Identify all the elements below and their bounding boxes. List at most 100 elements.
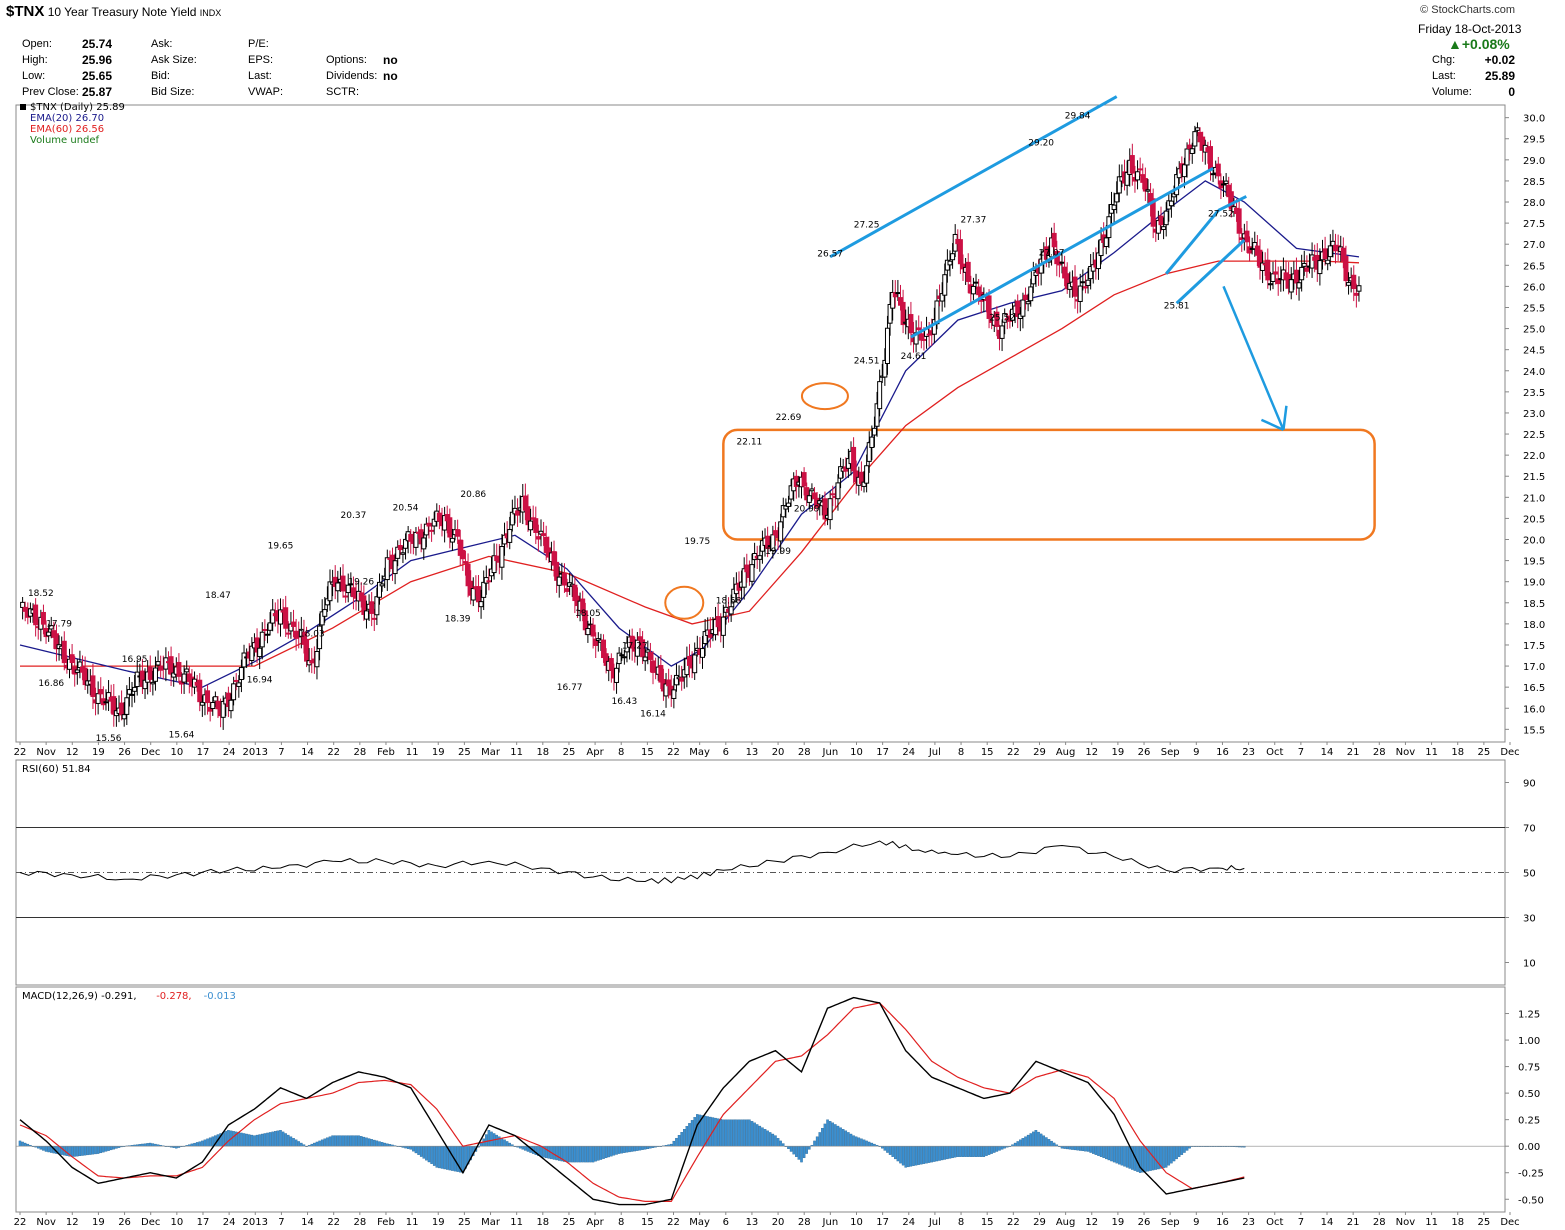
macd-histogram-bar [1050, 1140, 1053, 1147]
macd-histogram-bar [1172, 1146, 1176, 1162]
macd-histogram-bar [367, 1138, 371, 1147]
price-label: 18.52 [28, 589, 54, 599]
candle-body [1267, 283, 1273, 286]
y-tick-label: 23.0 [1523, 409, 1545, 420]
macd-histogram-bar [930, 1146, 934, 1163]
candle-body [1192, 131, 1198, 147]
candle-body [908, 314, 914, 334]
candle-body [1187, 144, 1193, 149]
rsi-line [19, 840, 1245, 884]
macd-histogram-bar [266, 1132, 269, 1147]
macd-histogram-bar [899, 1146, 902, 1164]
macd-histogram-bar [378, 1141, 381, 1147]
candle-body [1181, 164, 1187, 178]
macd-histogram-bar [750, 1121, 754, 1147]
macd-histogram-bar [94, 1146, 97, 1155]
macd-histogram-bar [729, 1119, 733, 1147]
candle-body [884, 327, 890, 364]
x-tick-label: 19 [432, 747, 445, 758]
macd-histogram-bar [594, 1146, 597, 1162]
macd-histogram-bar [141, 1143, 144, 1147]
y-tick-label: 18.5 [1523, 599, 1545, 610]
candle-body [515, 510, 521, 516]
macd-histogram-bar [464, 1146, 467, 1169]
x-tick-label: May [689, 1217, 710, 1228]
macd-histogram-bar [268, 1132, 272, 1147]
candle-body [1129, 155, 1135, 174]
macd-histogram-bar [683, 1129, 686, 1147]
candle-body [1247, 246, 1253, 254]
macd-histogram-bar [766, 1130, 769, 1147]
candle-body [533, 518, 539, 533]
macd-histogram-bar [1000, 1146, 1004, 1150]
candle-body [950, 253, 956, 261]
candle-body [335, 582, 341, 592]
macd-histogram-bar [1089, 1146, 1092, 1153]
x-tick-label: 29 [1033, 1217, 1046, 1228]
candle-body [801, 472, 807, 487]
y-tick-label: 21.0 [1523, 493, 1545, 504]
macd-histogram-bar [1024, 1136, 1027, 1147]
candle-body [181, 673, 187, 683]
candle-body [1163, 210, 1169, 226]
candle-body [619, 654, 625, 657]
price-label: 20.99 [794, 505, 820, 515]
y-tick-label: 19.5 [1523, 557, 1545, 568]
macd-histogram-bar [1115, 1146, 1118, 1164]
candle-body [999, 325, 1005, 339]
macd-histogram-bar [823, 1123, 827, 1147]
candle-body [647, 652, 653, 660]
x-tick-label: Jun [822, 1217, 839, 1228]
macd-histogram-bar [151, 1143, 155, 1147]
macd-histogram-bar [990, 1146, 993, 1154]
x-tick-label: 14 [301, 747, 314, 758]
macd-histogram-bar [1094, 1146, 1098, 1155]
macd-histogram-bar [479, 1142, 483, 1147]
candle-body [1351, 274, 1357, 289]
y-tick-label: 25.5 [1523, 303, 1545, 314]
macd-histogram-bar [211, 1136, 215, 1147]
macd-histogram-bar [735, 1119, 738, 1147]
y-tick-label: 27.0 [1523, 240, 1545, 251]
macd-histogram-bar [430, 1146, 433, 1164]
candle-body [942, 274, 948, 296]
support-zone-box [722, 428, 1376, 541]
candle-body [233, 679, 239, 682]
macd-histogram-bar [724, 1119, 728, 1147]
macd-histogram-bar [47, 1146, 50, 1153]
macd-histogram-bar [904, 1146, 907, 1168]
macd-histogram-bar [1105, 1146, 1108, 1160]
macd-histogram-bar [914, 1146, 918, 1166]
x-tick-label: Feb [377, 1217, 395, 1228]
candle-body [757, 555, 763, 560]
macd-histogram-bar [1073, 1146, 1077, 1151]
macd-histogram-bar [518, 1146, 522, 1149]
x-tick-label: 25 [458, 1217, 471, 1228]
macd-histogram-bar [1032, 1131, 1035, 1147]
price-label: 16.77 [557, 683, 583, 693]
macd-histogram-bar [18, 1140, 22, 1147]
macd-histogram-bar [727, 1119, 730, 1147]
candle-body [1103, 237, 1109, 247]
macd-histogram-bar [883, 1146, 887, 1151]
macd-histogram-bar [573, 1146, 577, 1163]
candle-body [921, 338, 927, 341]
x-tick-label: 23 [1242, 1217, 1255, 1228]
legend-entry: EMA(60) 26.56 [30, 124, 104, 135]
candle-body [1299, 266, 1305, 281]
candle-body [1194, 127, 1200, 131]
macd-histogram-bar [323, 1138, 327, 1147]
macd-histogram-bar [1013, 1142, 1017, 1147]
price-label: 15.56 [96, 734, 122, 744]
macd-histogram-bar [1144, 1146, 1147, 1172]
macd-histogram-bar [805, 1146, 808, 1154]
price-label: 27.37 [961, 216, 987, 226]
candle-body [585, 628, 591, 636]
candle-body [1080, 281, 1086, 284]
macd-histogram-bar [148, 1142, 152, 1147]
macd-histogram-bar [380, 1142, 384, 1147]
macd-histogram-bar [969, 1146, 973, 1157]
macd-y-tick-label: 0.50 [1518, 1089, 1540, 1100]
price-label: 19.75 [684, 537, 710, 547]
macd-histogram-bar [933, 1146, 936, 1162]
